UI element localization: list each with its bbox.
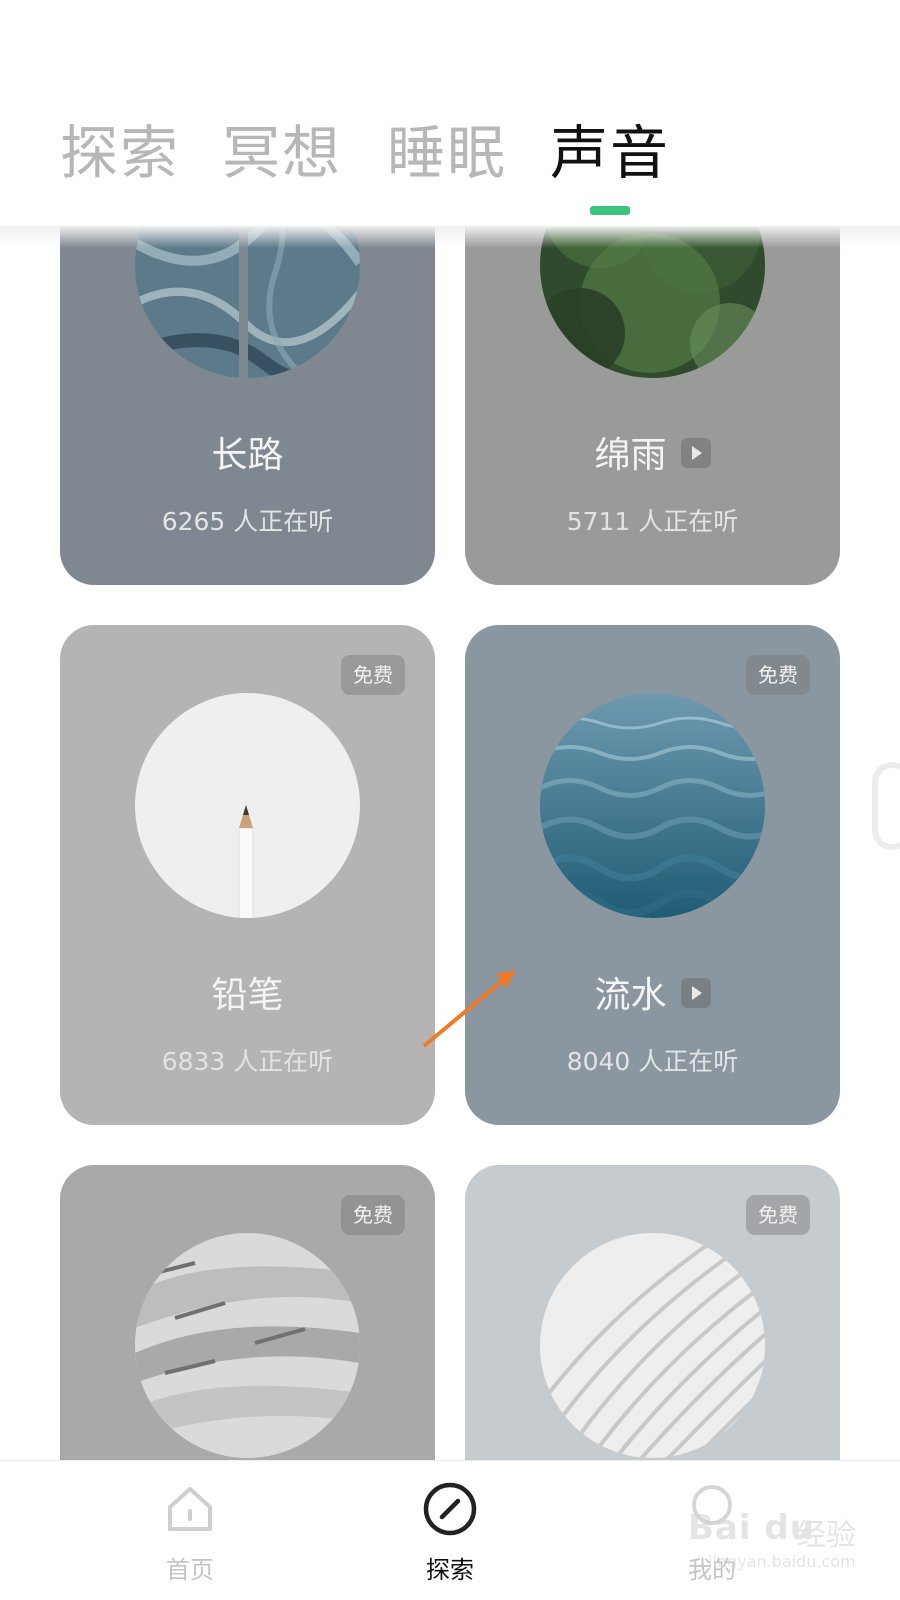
tab-meditation[interactable]: 冥想 [222,118,342,188]
annotation-arrow-icon [422,970,516,1048]
active-tab-indicator [590,206,630,215]
watermark-brand: 经验 [796,1518,856,1553]
free-badge: 免费 [341,1195,405,1235]
watermark-url: jingyan.baidu.com [708,1552,856,1571]
free-badge: 免费 [341,655,405,695]
listener-count: 6265 人正在听 [161,507,334,536]
sound-card-qianbi[interactable]: 免费 铅笔 6833 人正在听 [60,625,435,1125]
header-shadow [0,226,900,248]
sound-card-liushui[interactable]: 免费 流水 8040 人正在听 [465,625,840,1125]
card-title: 长路 [211,435,284,476]
free-badge: 免费 [746,655,810,695]
card-cover-image [135,693,360,918]
edge-drawer-handle[interactable] [872,762,900,850]
nav-explore-label: 探索 [426,1556,474,1584]
nav-home-label: 首页 [166,1556,214,1584]
home-icon [168,1487,212,1531]
listener-count: 8040 人正在听 [566,1047,739,1076]
card-title: 绵雨 [465,433,840,479]
listener-count: 6833 人正在听 [161,1047,334,1076]
card-title: 铅笔 [211,975,284,1016]
listener-count: 5711 人正在听 [566,507,739,536]
nav-home[interactable]: 首页 [90,1461,290,1600]
play-icon[interactable] [680,438,711,468]
compass-icon [423,1482,477,1536]
baidu-watermark: Bai du 经验 jingyan.baidu.com [688,1508,888,1578]
card-cover-image [135,1233,360,1458]
tab-sleep[interactable]: 睡眠 [387,118,507,188]
card-cover-image [540,1233,765,1458]
tab-sound[interactable]: 声音 [550,118,670,188]
free-badge: 免费 [746,1195,810,1235]
play-icon[interactable] [680,978,711,1008]
card-cover-image [540,693,765,918]
top-tab-bar: 探索 冥想 睡眠 声音 [0,0,900,226]
nav-explore[interactable]: 探索 [350,1461,550,1600]
tab-explore[interactable]: 探索 [60,118,180,188]
